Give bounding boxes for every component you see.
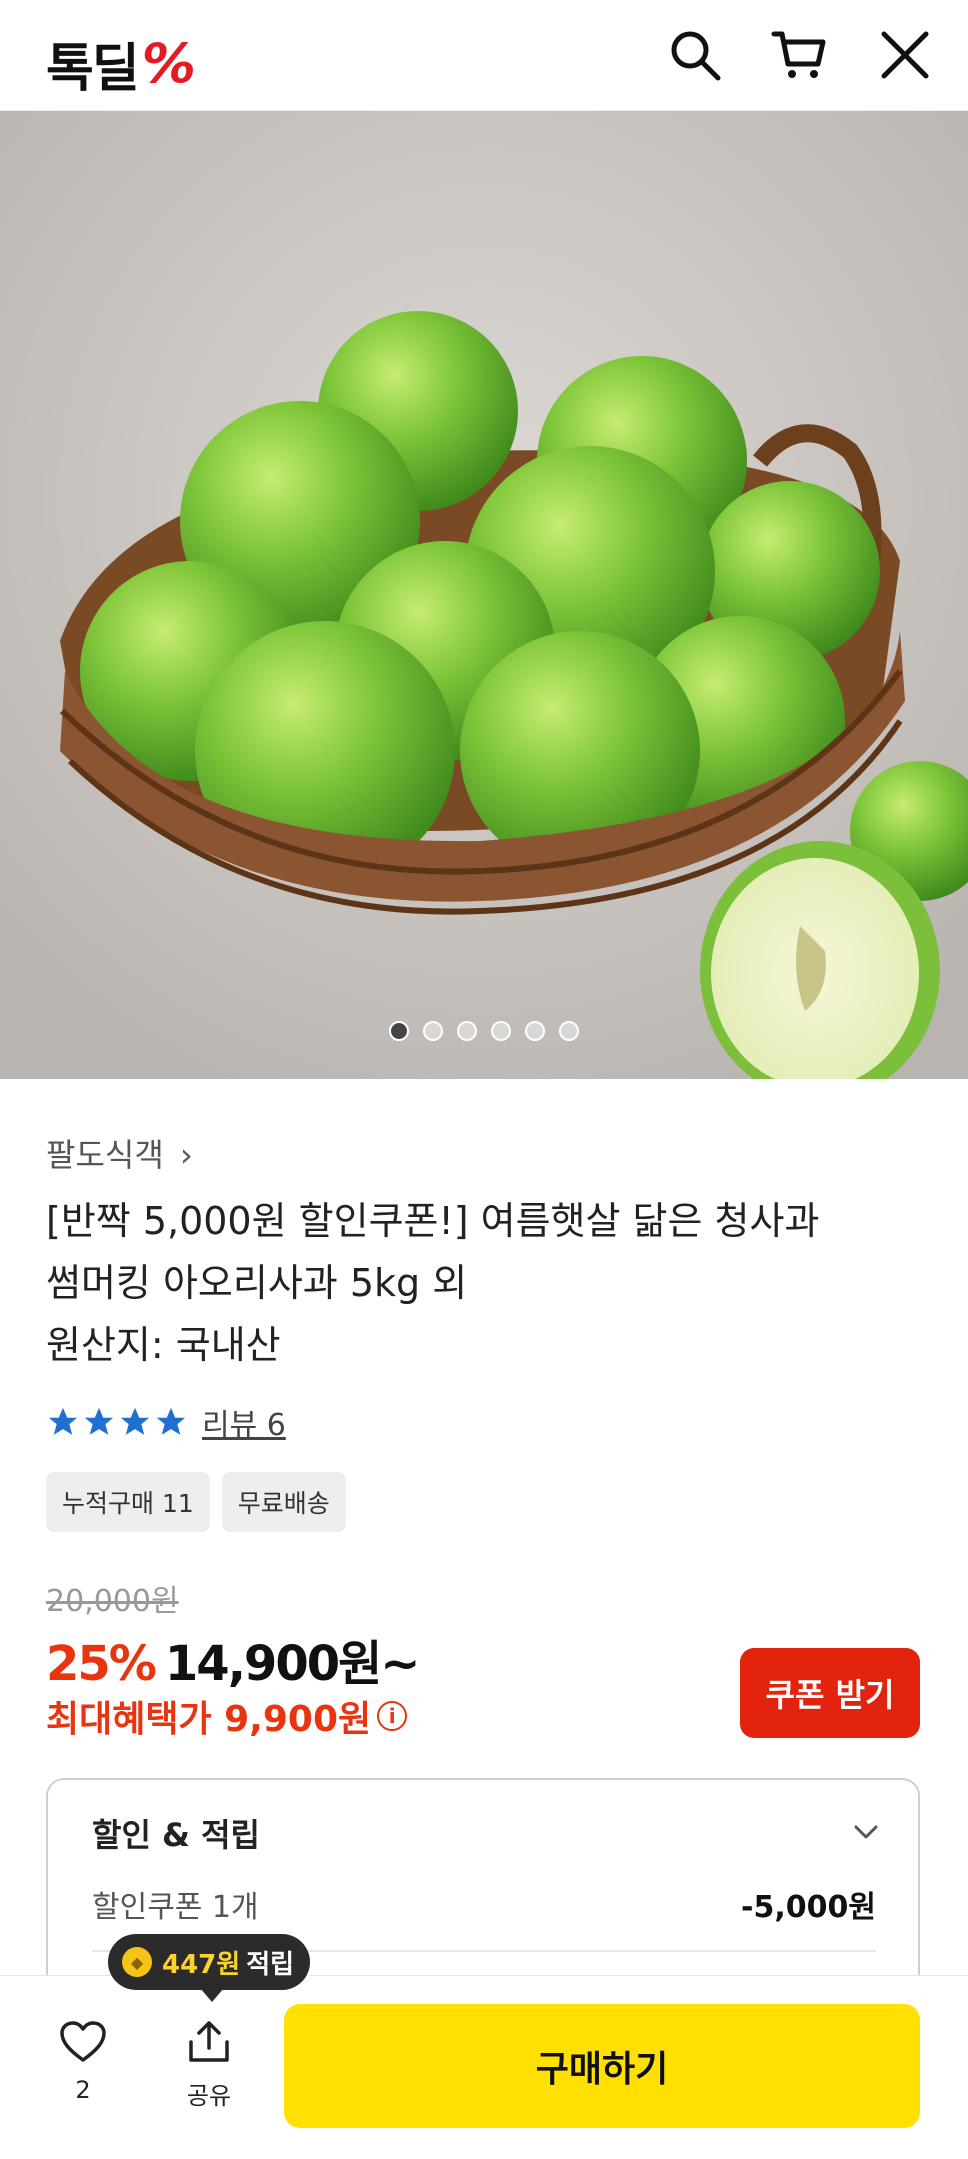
carousel-dot[interactable] bbox=[559, 1021, 579, 1041]
info-icon[interactable]: i bbox=[377, 1701, 408, 1731]
carousel-dot[interactable] bbox=[457, 1021, 477, 1041]
original-price: 20,000원 bbox=[46, 1584, 179, 1619]
coin-icon: ◆ bbox=[122, 1947, 152, 1977]
seller-link[interactable]: 팔도식객 › bbox=[46, 1130, 193, 1176]
heart-icon bbox=[60, 2021, 106, 2062]
buy-button[interactable]: 구매하기 bbox=[284, 2004, 920, 2128]
coupon-row-label: 할인쿠폰 1개 bbox=[92, 1890, 259, 1925]
max-benefit-price: 최대혜택가 9,900원 i bbox=[46, 1690, 408, 1742]
tag-free-shipping: 무료배송 bbox=[221, 1472, 346, 1532]
search-icon[interactable] bbox=[666, 26, 724, 84]
star-icon bbox=[84, 1407, 114, 1435]
reward-badge: ◆ 447원 적립 bbox=[108, 1934, 311, 1990]
rating-row: 리뷰 6 bbox=[46, 1400, 286, 1444]
carousel-dot[interactable] bbox=[525, 1021, 545, 1041]
reward-badge-tail bbox=[200, 1988, 224, 2002]
product-title: [반짝 5,000원 할인쿠폰!] 여름햇살 닮은 청사과 썸머킹 아오리사과 … bbox=[46, 1190, 916, 1376]
seller-name: 팔도식객 bbox=[46, 1136, 164, 1174]
star-icon bbox=[48, 1407, 78, 1435]
app-logo[interactable]: 톡딜 % bbox=[46, 26, 196, 101]
top-header: 톡딜 % bbox=[0, 0, 968, 111]
carousel-indicator[interactable] bbox=[0, 1021, 968, 1041]
star-icon bbox=[156, 1407, 186, 1435]
discount-rate: 25% bbox=[46, 1636, 157, 1692]
price-row: 25% 14,900원~ bbox=[46, 1624, 421, 1694]
close-icon[interactable] bbox=[876, 26, 934, 84]
logo-text: 톡딜 bbox=[46, 39, 140, 99]
cart-icon[interactable] bbox=[770, 26, 828, 84]
product-tags: 누적구매 11 무료배송 bbox=[46, 1472, 346, 1532]
title-line: 원산지: 국내산 bbox=[46, 1323, 281, 1367]
title-line: [반짝 5,000원 할인쿠폰!] 여름햇살 닮은 청사과 bbox=[46, 1199, 820, 1243]
chevron-right-icon: › bbox=[179, 1136, 193, 1174]
like-button[interactable]: 2 bbox=[48, 2020, 118, 2104]
reward-suffix: 적립 bbox=[246, 1949, 295, 1980]
chevron-down-icon[interactable] bbox=[852, 1818, 880, 1846]
coupon-row-value: -5,000원 bbox=[741, 1890, 876, 1925]
star-icon bbox=[120, 1407, 150, 1435]
share-label: 공유 bbox=[186, 2082, 232, 2110]
tag-purchase-count: 누적구매 11 bbox=[46, 1472, 210, 1532]
share-icon bbox=[189, 2021, 229, 2062]
like-count: 2 bbox=[75, 2076, 91, 2104]
coupon-button[interactable]: 쿠폰 받기 bbox=[740, 1648, 920, 1738]
carousel-dot-active[interactable] bbox=[389, 1021, 409, 1041]
product-image[interactable] bbox=[0, 111, 968, 1079]
review-link[interactable]: 리뷰 6 bbox=[202, 1400, 286, 1444]
reward-amount: 447원 bbox=[162, 1949, 241, 1980]
carousel-dot[interactable] bbox=[423, 1021, 443, 1041]
sale-price: 14,900원~ bbox=[164, 1636, 421, 1692]
logo-mark: % bbox=[141, 32, 196, 95]
benefit-title: 할인 & 적립 bbox=[92, 1816, 260, 1854]
carousel-dot[interactable] bbox=[491, 1021, 511, 1041]
max-benefit-text: 최대혜택가 9,900원 bbox=[46, 1699, 372, 1740]
share-button[interactable]: 공유 bbox=[174, 2020, 244, 2111]
title-line: 썸머킹 아오리사과 5kg 외 bbox=[46, 1261, 468, 1305]
